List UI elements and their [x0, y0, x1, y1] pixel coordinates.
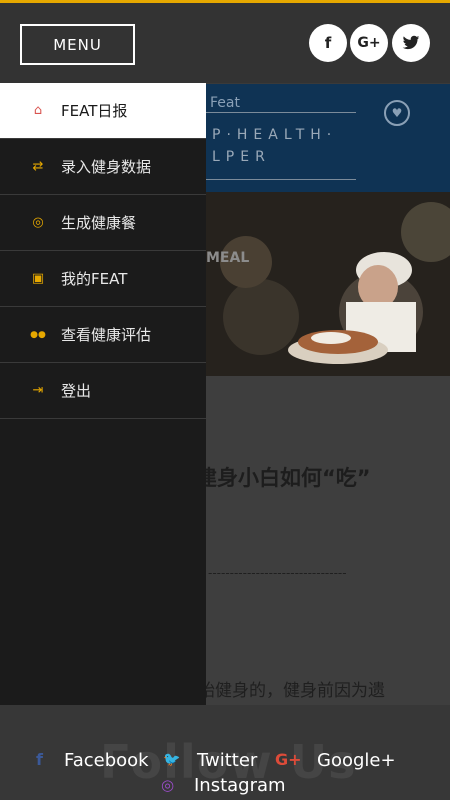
logo-icon: ♥	[384, 100, 410, 126]
page-header-banner: Feat P·HEALTH· LPER ♥	[206, 84, 450, 192]
facebook-icon: f	[324, 34, 332, 52]
divider	[206, 112, 356, 113]
drawer-item-label: 我的FEAT	[61, 270, 128, 288]
slogan-line-1: P·HEALTH·	[212, 127, 338, 143]
facebook-icon: f	[36, 750, 43, 769]
drawer-item-label: 生成健康餐	[61, 214, 137, 232]
top-bar: MENU f G+	[0, 3, 450, 83]
drawer-item-generate-meal[interactable]: ◎ 生成健康餐	[0, 195, 206, 251]
drawer-item-label: 登出	[61, 382, 92, 400]
image-icon: ▣	[31, 271, 45, 286]
chef-photo-illustration	[206, 192, 450, 376]
article-content: 建身小白如何“吃” ------------------------------…	[206, 376, 450, 705]
users-icon: ●●	[30, 329, 46, 340]
article-divider: --------------------------------	[208, 566, 347, 580]
hero-label: MEAL	[206, 250, 250, 266]
drawer-item-label: 查看健康评估	[61, 326, 152, 344]
drawer-item-feat-daily[interactable]: ⌂ FEAT日报	[0, 83, 206, 139]
sign-in-icon: ⇥	[32, 383, 44, 398]
slogan-line-2: LPER	[212, 149, 271, 165]
google-plus-icon: G+	[357, 35, 381, 51]
twitter-icon: 🐦	[163, 752, 181, 768]
article-title: 建身小白如何“吃”	[206, 466, 371, 490]
footer-link-twitter[interactable]: Twitter	[197, 750, 257, 771]
menu-button[interactable]: MENU	[20, 24, 135, 65]
footer-link-instagram[interactable]: Instagram	[194, 775, 286, 796]
drawer-item-label: FEAT日报	[61, 102, 128, 120]
twitter-button[interactable]	[392, 24, 430, 62]
article-paragraph: 始健身的，健身前因为遗	[206, 681, 385, 701]
drawer-item-my-feat[interactable]: ▣ 我的FEAT	[0, 251, 206, 307]
footer-link-facebook[interactable]: Facebook	[64, 750, 149, 771]
twitter-icon	[402, 35, 420, 50]
facebook-button[interactable]: f	[309, 24, 347, 62]
side-drawer: ⌂ FEAT日报 ⇄ 录入健身数据 ◎ 生成健康餐 ▣ 我的FEAT ●● 查看…	[0, 83, 206, 705]
divider	[206, 179, 356, 180]
drawer-item-health-assessment[interactable]: ●● 查看健康评估	[0, 307, 206, 363]
drawer-item-record-fitness-data[interactable]: ⇄ 录入健身数据	[0, 139, 206, 195]
hero-image: MEAL	[206, 192, 450, 376]
page-header-title: Feat	[210, 95, 240, 111]
google-plus-icon: G+	[275, 750, 302, 769]
drawer-item-label: 录入健身数据	[61, 158, 152, 176]
footer: Follow Us f Facebook 🐦 Twitter G+ Google…	[0, 705, 450, 800]
compass-icon: ◎	[32, 215, 44, 230]
drawer-item-logout[interactable]: ⇥ 登出	[0, 363, 206, 419]
shuffle-icon: ⇄	[32, 159, 44, 174]
google-plus-button[interactable]: G+	[350, 24, 388, 62]
footer-link-google-plus[interactable]: Google+	[317, 750, 396, 771]
instagram-icon: ◎	[161, 776, 175, 794]
home-icon: ⌂	[33, 103, 43, 118]
